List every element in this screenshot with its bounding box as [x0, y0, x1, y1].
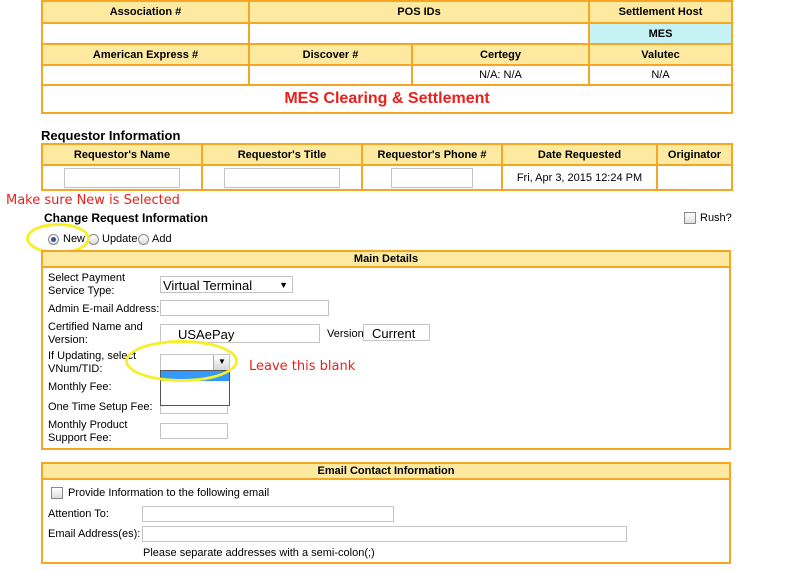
date-requested-header: Date Requested — [501, 143, 658, 166]
requestor-name-header: Requestor's Name — [41, 143, 203, 166]
annotation-new-selected: Make sure New is Selected — [6, 193, 180, 208]
monthly-fee-label: Monthly Fee: — [48, 381, 112, 393]
radio-update-label: Update — [102, 233, 138, 245]
payment-service-label: Select Payment Service Type: — [48, 272, 126, 297]
setup-fee-label: One Time Setup Fee: — [48, 401, 153, 413]
payment-service-value: Virtual Terminal — [163, 278, 253, 293]
email-address-label: Email Address(es): — [48, 528, 141, 540]
support-fee-input[interactable] — [160, 423, 228, 439]
version-value: Current — [372, 326, 416, 341]
discover-value — [248, 64, 413, 86]
requestor-title-input[interactable] — [224, 167, 340, 188]
requestor-name-input[interactable] — [64, 167, 180, 188]
valutec-value: N/A — [588, 64, 733, 86]
email-note: Please separate addresses with a semi-co… — [143, 547, 375, 559]
originator-value — [656, 164, 733, 191]
rush-checkbox[interactable] — [684, 212, 696, 224]
pos-ids-header: POS IDs — [248, 0, 590, 24]
radio-add-label: Add — [152, 233, 172, 245]
settlement-host-value: MES — [588, 22, 733, 45]
annotation-leave-blank: Leave this blank — [249, 359, 356, 374]
radio-add[interactable] — [138, 234, 149, 245]
attention-label: Attention To: — [48, 508, 109, 520]
clearing-banner: MES Clearing & Settlement — [41, 84, 733, 114]
amex-header: American Express # — [41, 43, 250, 66]
requestor-phone-header: Requestor's Phone # — [361, 143, 503, 166]
setup-fee-input[interactable] — [160, 406, 228, 414]
provide-info-label: Provide Information to the following ema… — [68, 487, 270, 499]
requestor-table: Requestor's Name Requestor's Title Reque… — [41, 143, 733, 191]
requestor-phone-input[interactable] — [391, 167, 473, 188]
main-details-header: Main Details — [43, 252, 729, 268]
association-header: Association # — [41, 0, 250, 24]
highlight-vnum — [125, 340, 238, 382]
admin-email-input[interactable] — [160, 300, 329, 316]
chevron-down-icon: ▼ — [279, 280, 288, 290]
date-requested-value: Fri, Apr 3, 2015 12:24 PM — [501, 164, 658, 191]
support-fee-label: Monthly Product Support Fee: — [48, 419, 128, 444]
requestor-phone-cell — [361, 164, 503, 191]
amex-value — [41, 64, 250, 86]
top-info-table: Association # POS IDs Settlement Host ME… — [41, 0, 733, 114]
requestor-title: Requestor Information — [41, 128, 181, 143]
certegy-header: Certegy — [411, 43, 590, 66]
certegy-value: N/A: N/A — [411, 64, 590, 86]
certified-label: Certified Name and Version: — [48, 321, 143, 346]
discover-header: Discover # — [248, 43, 413, 66]
pos-ids-value — [248, 22, 590, 45]
version-label: Version: — [327, 328, 367, 340]
email-contact-header: Email Contact Information — [43, 464, 729, 480]
valutec-header: Valutec — [588, 43, 733, 66]
settlement-host-header: Settlement Host — [588, 0, 733, 24]
requestor-title-header: Requestor's Title — [201, 143, 363, 166]
admin-email-label: Admin E-mail Address: — [48, 303, 160, 315]
requestor-name-cell — [41, 164, 203, 191]
email-address-input[interactable] — [142, 526, 627, 542]
association-value — [41, 22, 250, 45]
rush-label: Rush? — [700, 212, 732, 224]
originator-header: Originator — [656, 143, 733, 166]
requestor-title-cell — [201, 164, 363, 191]
payment-service-select[interactable]: Virtual Terminal ▼ — [160, 276, 293, 293]
provide-info-checkbox[interactable] — [51, 487, 63, 499]
attention-input[interactable] — [142, 506, 394, 522]
version-input[interactable]: Current — [363, 324, 430, 341]
